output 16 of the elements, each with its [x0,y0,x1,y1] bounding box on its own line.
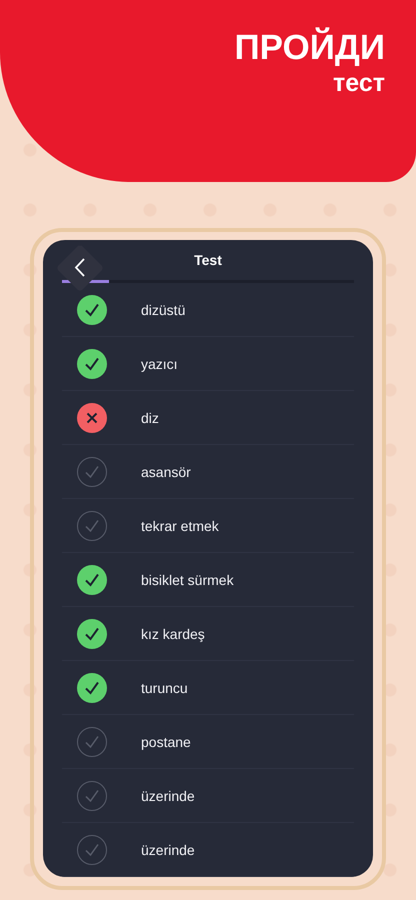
answer-word: yazıcı [141,356,178,372]
answer-word: asansör [141,464,191,480]
headline: ПРОЙДИ [234,28,385,68]
answer-word: tekrar etmek [141,518,219,534]
back-icon [74,258,85,277]
answer-word: üzerinde [141,842,195,858]
answer-word: kız kardeş [141,626,205,642]
answer-word: diz [141,410,159,426]
back-button[interactable] [57,245,103,291]
answer-word: bisiklet sürmek [141,572,234,588]
answer-word: üzerinde [141,788,195,804]
screen-title: Test [194,252,222,268]
answer-word: dizüstü [141,302,186,318]
answer-word: turuncu [141,680,188,696]
subheadline: тест [333,68,385,98]
answer-word: postane [141,734,191,750]
